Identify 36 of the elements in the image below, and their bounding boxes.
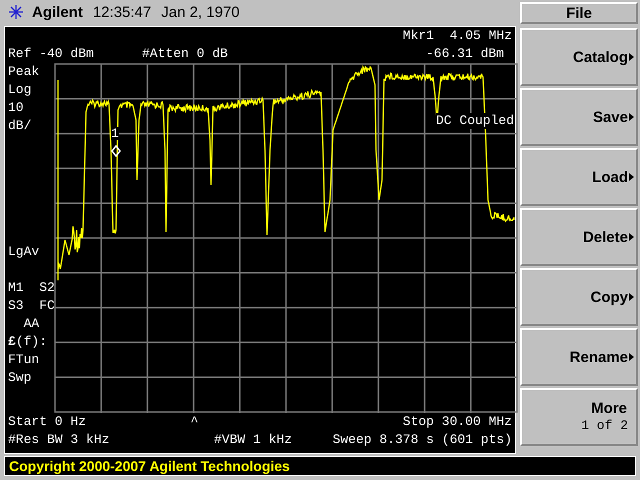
- softkey[interactable]: Rename: [520, 328, 638, 386]
- clock-time: 12:35:47: [92, 4, 152, 20]
- status-label: M1 S2: [8, 279, 54, 297]
- video-bandwidth: #VBW 1 kHz: [214, 431, 292, 449]
- center-caret: ^: [190, 413, 198, 431]
- softkey[interactable]: Load: [520, 148, 638, 206]
- status-label: AA: [22, 315, 40, 333]
- menu-title: File: [520, 2, 638, 24]
- marker-readout: Mkr1 4.05 MHz: [402, 27, 512, 45]
- copyright-message: Copyright 2000-2007 Agilent Technologies: [9, 458, 290, 474]
- status-label: £(f):: [8, 333, 48, 351]
- softkey[interactable]: Delete: [520, 208, 638, 266]
- marker-amplitude: -66.31 dBm: [426, 45, 504, 63]
- coupling-label: DC Coupled: [436, 113, 514, 129]
- softkey[interactable]: More 1 of 2: [520, 388, 638, 446]
- sweep-time: Sweep 8.378 s (601 pts): [332, 431, 512, 449]
- scale-label: Peak: [8, 63, 40, 81]
- scale-label: dB/: [8, 117, 32, 135]
- brand-name: Agilent: [32, 4, 83, 20]
- date-text: Jan 2, 1970: [161, 4, 240, 20]
- marker-number: 1: [111, 127, 119, 140]
- start-frequency: Start 0 Hz: [8, 413, 86, 431]
- scale-label: 10: [8, 99, 25, 117]
- scale-label: Log: [8, 81, 32, 99]
- softkey[interactable]: Copy: [520, 268, 638, 326]
- status-label: FTun: [8, 351, 40, 369]
- status-label: Swp: [8, 369, 32, 387]
- attenuation-text: #Atten 0 dB: [142, 45, 228, 63]
- detector-label: LgAv: [8, 243, 40, 261]
- starburst-logo-icon: [8, 4, 24, 20]
- reference-level: Ref -40 dBm: [8, 45, 94, 63]
- resolution-bandwidth: #Res BW 3 kHz: [8, 431, 110, 449]
- stop-frequency: Stop 30.00 MHz: [402, 413, 512, 431]
- softkey[interactable]: Catalog: [520, 28, 638, 86]
- status-label: S3 FC: [8, 297, 54, 315]
- softkey[interactable]: Save: [520, 88, 638, 146]
